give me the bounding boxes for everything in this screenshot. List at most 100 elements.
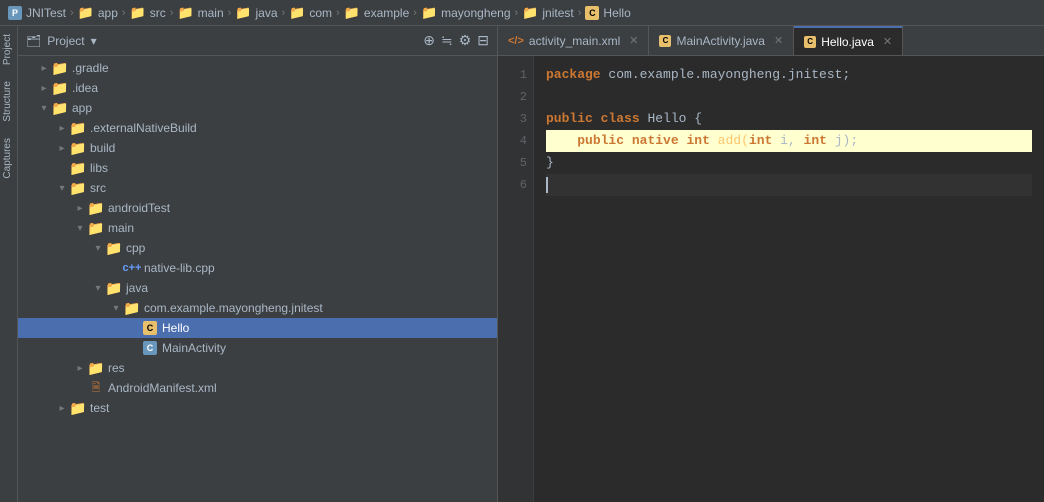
sidebar-tab-project[interactable]: Project [0,26,17,73]
breadcrumb-folder-icon4: 📁 [235,5,251,21]
tab-activity-main-xml[interactable]: </> activity_main.xml ✕ [498,26,649,55]
line-num-1: 1 [506,64,527,86]
tree-item-externalNativeBuild[interactable]: 📁 .externalNativeBuild [18,118,497,138]
tree-item-libs[interactable]: 📁 libs [18,158,497,178]
panel-title: 🗂 Project ▾ [26,34,97,48]
filter-icon[interactable]: ≒ [441,32,453,49]
tab-hello-java[interactable]: C Hello.java ✕ [794,26,903,55]
tree-arrow-idea [36,83,52,94]
breadcrumb-label-example[interactable]: example [364,6,409,20]
collapse-icon[interactable]: ⊟ [477,32,489,49]
tree-item-build[interactable]: 📁 build [18,138,497,158]
tree-label-main: main [108,221,134,235]
breadcrumb-folder-icon5: 📁 [289,5,305,21]
tree-item-package[interactable]: 📁 com.example.mayongheng.jnitest [18,298,497,318]
file-icon-cpp: c++ [124,260,140,276]
tab-label-hello: Hello.java [821,35,874,49]
space4b [679,130,687,152]
line-num-3: 3 [506,108,527,130]
panel-dropdown-arrow[interactable]: ▾ [91,34,97,48]
kw-class: class [601,108,640,130]
folder-icon-idea: 📁 [52,80,68,96]
breadcrumb-label-jnitest2[interactable]: jnitest [542,6,573,20]
breadcrumb-label-src[interactable]: src [150,6,166,20]
breadcrumb-label-hello[interactable]: Hello [603,6,630,20]
tab-label-mainactivity: MainActivity.java [676,34,764,48]
kw-public4: public [577,130,624,152]
code-line-6[interactable] [546,174,1032,196]
tree-item-androidmanifest[interactable]: 🗎 AndroidManifest.xml [18,378,497,398]
tree-label-mainactivity: MainActivity [162,341,226,355]
tab-close-hello[interactable]: ✕ [883,35,892,48]
breadcrumb-label-java[interactable]: java [256,6,278,20]
code-line-3: public class Hello { [546,108,1032,130]
code-line-2 [546,86,1032,108]
code-line-1: package com.example.mayongheng.jnitest; [546,64,1032,86]
breadcrumb-class-icon: C [585,5,599,20]
folder-icon-extNative: 📁 [70,120,86,136]
breadcrumb-label-main[interactable]: main [198,6,224,20]
tree-item-app[interactable]: 📁 app [18,98,497,118]
breadcrumb-label-com[interactable]: com [309,6,332,20]
param-i: i, [772,130,803,152]
tree-item-gradle[interactable]: 📁 .gradle [18,58,497,78]
tree-label-cpp: cpp [126,241,145,255]
sidebar-tab-captures[interactable]: Captures [0,130,17,187]
tree-item-test[interactable]: 📁 test [18,398,497,418]
tree-item-hello[interactable]: C Hello [18,318,497,338]
tree-item-androidTest[interactable]: 📁 androidTest [18,198,497,218]
tree-item-native-lib[interactable]: c++ native-lib.cpp [18,258,497,278]
folder-icon-res: 📁 [88,360,104,376]
tree-arrow-gradle [36,63,52,74]
closing-brace: } [546,152,554,174]
breadcrumb-folder-icon2: 📁 [130,5,146,21]
kw-public: public [546,108,593,130]
breadcrumb: P JNITest › 📁 app › 📁 src › 📁 main › 📁 j… [0,0,1044,26]
folder-icon-java: 📁 [106,280,122,296]
tree-label-src: src [90,181,106,195]
tree-label-res: res [108,361,125,375]
breadcrumb-label-app[interactable]: app [98,6,118,20]
tree-item-cpp[interactable]: 📁 cpp [18,238,497,258]
code-content[interactable]: package com.example.mayongheng.jnitest; … [534,56,1044,502]
panel-actions: ⊕ ≒ ⚙ ⊟ [423,32,489,49]
tree-label-test: test [90,401,109,415]
tab-close-mainactivity[interactable]: ✕ [774,34,783,47]
folder-icon-main: 📁 [88,220,104,236]
tab-close-activity-main[interactable]: ✕ [629,34,638,47]
tree-arrow-extNative [54,123,70,134]
tree-arrow-src [54,183,70,194]
tree-item-java[interactable]: 📁 java [18,278,497,298]
tree-item-src[interactable]: 📁 src [18,178,497,198]
tree-arrow-test [54,403,70,414]
folder-icon-test: 📁 [70,400,86,416]
sync-icon[interactable]: ⊕ [423,32,435,49]
editor-tabs: </> activity_main.xml ✕ C MainActivity.j… [498,26,1044,56]
kw-native: native [632,130,679,152]
file-icon-manifest: 🗎 [88,380,104,396]
tree-arrow-package [108,303,124,314]
sidebar-tab-structure[interactable]: Structure [0,73,17,130]
tree-label-hello: Hello [162,321,189,335]
breadcrumb-label-mayongheng[interactable]: mayongheng [441,6,510,20]
class-name: Hello { [640,108,702,130]
tree-item-main[interactable]: 📁 main [18,218,497,238]
class-icon-mainactivity: C [142,340,158,356]
space4a [624,130,632,152]
kw-package: package [546,64,601,86]
tree-item-res[interactable]: 📁 res [18,358,497,378]
line-num-4: 4 [506,130,527,152]
tree-item-mainactivity[interactable]: C MainActivity [18,338,497,358]
settings-icon[interactable]: ⚙ [459,32,472,49]
code-line-5: } [546,152,1032,174]
pkg-name: com.example.mayongheng.jnitest; [601,64,851,86]
tab-mainactivity-java[interactable]: C MainActivity.java ✕ [649,26,794,55]
left-side-tabs: Project Structure Captures [0,26,18,502]
breadcrumb-folder-icon7: 📁 [421,5,437,21]
tree-item-idea[interactable]: 📁 .idea [18,78,497,98]
tab-icon-mainactivity: C [659,35,671,47]
tree-label-gradle: .gradle [72,61,109,75]
tree-label-extNative: .externalNativeBuild [90,121,197,135]
breadcrumb-label-jnitest[interactable]: JNITest [26,6,66,20]
tab-icon-xml: </> [508,35,524,47]
